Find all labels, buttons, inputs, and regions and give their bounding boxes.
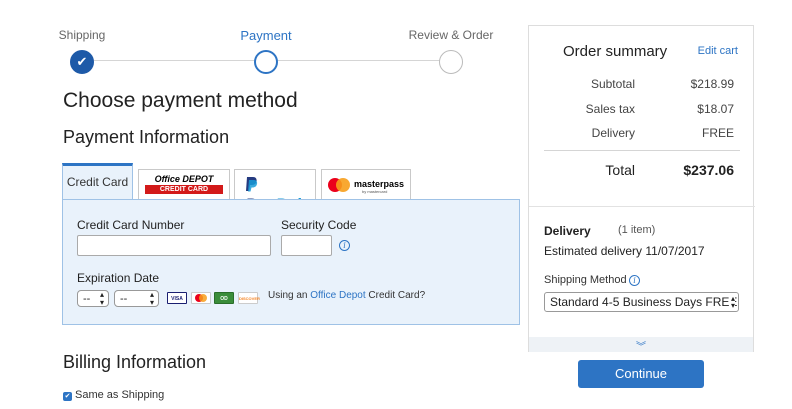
order-summary-title: Order summary [563, 43, 668, 60]
security-code-input[interactable] [281, 235, 332, 256]
visa-card-icon: VISA [167, 292, 187, 304]
billing-heading: Billing Information [63, 352, 207, 372]
expand-summary-bar[interactable]: ︾ [529, 337, 753, 353]
info-icon[interactable]: i [339, 240, 350, 251]
select-arrows-icon: ▴ ▾ [728, 294, 735, 310]
od-logo-bottom: CREDIT CARD [145, 185, 223, 194]
total-value: $237.06 [683, 162, 734, 178]
card-number-input[interactable] [77, 235, 271, 256]
office-depot-logo: Office DEPOT CREDIT CARD [145, 174, 223, 194]
step-review: Review & Order [406, 28, 496, 74]
step-payment: Payment [221, 28, 311, 74]
step-label: Payment [240, 28, 292, 43]
tab-masterpass[interactable]: masterpass by mastercard [321, 169, 411, 199]
total-label: Total [605, 162, 635, 178]
paypal-p-icon [246, 177, 258, 192]
step-label: Review & Order [408, 28, 494, 42]
delivery-title: Delivery [544, 224, 591, 238]
credit-card-form: Credit Card Number Security Code i Expir… [62, 199, 520, 325]
checkmark-icon: ✔ [70, 50, 94, 74]
summary-value: $18.07 [697, 102, 734, 116]
mastercard-card-icon [191, 292, 211, 304]
step-label: Shipping [58, 28, 106, 42]
step-circle-icon [254, 50, 278, 74]
summary-section-divider [529, 206, 755, 207]
continue-button[interactable]: Continue [578, 360, 704, 388]
order-summary-panel: Order summary Edit cart Subtotal $218.99… [528, 25, 755, 353]
summary-label: Sales tax [585, 102, 635, 116]
masterpass-text: masterpass [354, 179, 405, 189]
same-as-shipping-checkbox[interactable]: ✔ [63, 392, 72, 401]
payment-info-heading: Payment Information [63, 127, 230, 147]
expiration-month-select[interactable]: -- ▴ ▾ [77, 290, 109, 307]
info-icon[interactable]: i [629, 275, 640, 286]
mastercard-circle-orange [336, 178, 350, 192]
step-circle-icon [439, 50, 463, 74]
expiration-year-select[interactable]: -- ▴ ▾ [114, 290, 159, 307]
summary-divider [544, 150, 740, 151]
shipping-method-select[interactable]: Standard 4-5 Business Days FREE ▴ ▾ [544, 292, 739, 312]
delivery-item-count: (1 item) [618, 224, 656, 236]
year-value: -- [120, 293, 128, 305]
summary-label: Delivery [591, 126, 635, 140]
chevron-down-icon: ︾ [636, 342, 646, 353]
masterpass-logo: masterpass by mastercard [328, 178, 408, 194]
step-shipping[interactable]: Shipping ✔ [37, 28, 127, 74]
card-number-label: Credit Card Number [77, 218, 185, 232]
office-depot-card-icon: OD [214, 292, 234, 304]
summary-value: FREE [701, 126, 734, 140]
page-title: Choose payment method [63, 89, 298, 112]
edit-cart-link[interactable]: Edit cart [698, 45, 738, 57]
tab-office-depot-card[interactable]: Office DEPOT CREDIT CARD [138, 169, 230, 199]
select-arrows-icon: ▴ ▾ [149, 290, 154, 307]
shipping-method-value: Standard 4-5 Business Days FREE [550, 295, 738, 309]
od-logo-top: Office DEPOT [145, 174, 223, 185]
tab-credit-card[interactable]: Credit Card [62, 163, 133, 200]
same-as-shipping-label[interactable]: Same as Shipping [75, 389, 164, 401]
summary-value: $218.99 [690, 77, 734, 91]
tab-paypal[interactable]: PayPal [234, 169, 316, 214]
office-depot-card-link[interactable]: Office Depot [310, 290, 365, 301]
masterpass-subtext: by mastercard [362, 189, 388, 194]
mastercard-circles-icon [195, 294, 207, 302]
estimated-delivery: Estimated delivery 11/07/2017 [544, 244, 705, 258]
shipping-method-label: Shipping Method [544, 274, 627, 286]
month-value: -- [83, 293, 91, 305]
discover-card-icon: DISCOVER [238, 292, 260, 304]
summary-label: Subtotal [590, 77, 635, 91]
select-arrows-icon: ▴ ▾ [99, 290, 104, 307]
office-depot-card-prompt: Using an Office Depot Credit Card? [268, 290, 426, 301]
checkout-stepper: Shipping ✔ Payment Review & Order [55, 28, 495, 76]
security-code-label: Security Code [281, 218, 357, 232]
expiration-date-label: Expiration Date [77, 271, 160, 285]
